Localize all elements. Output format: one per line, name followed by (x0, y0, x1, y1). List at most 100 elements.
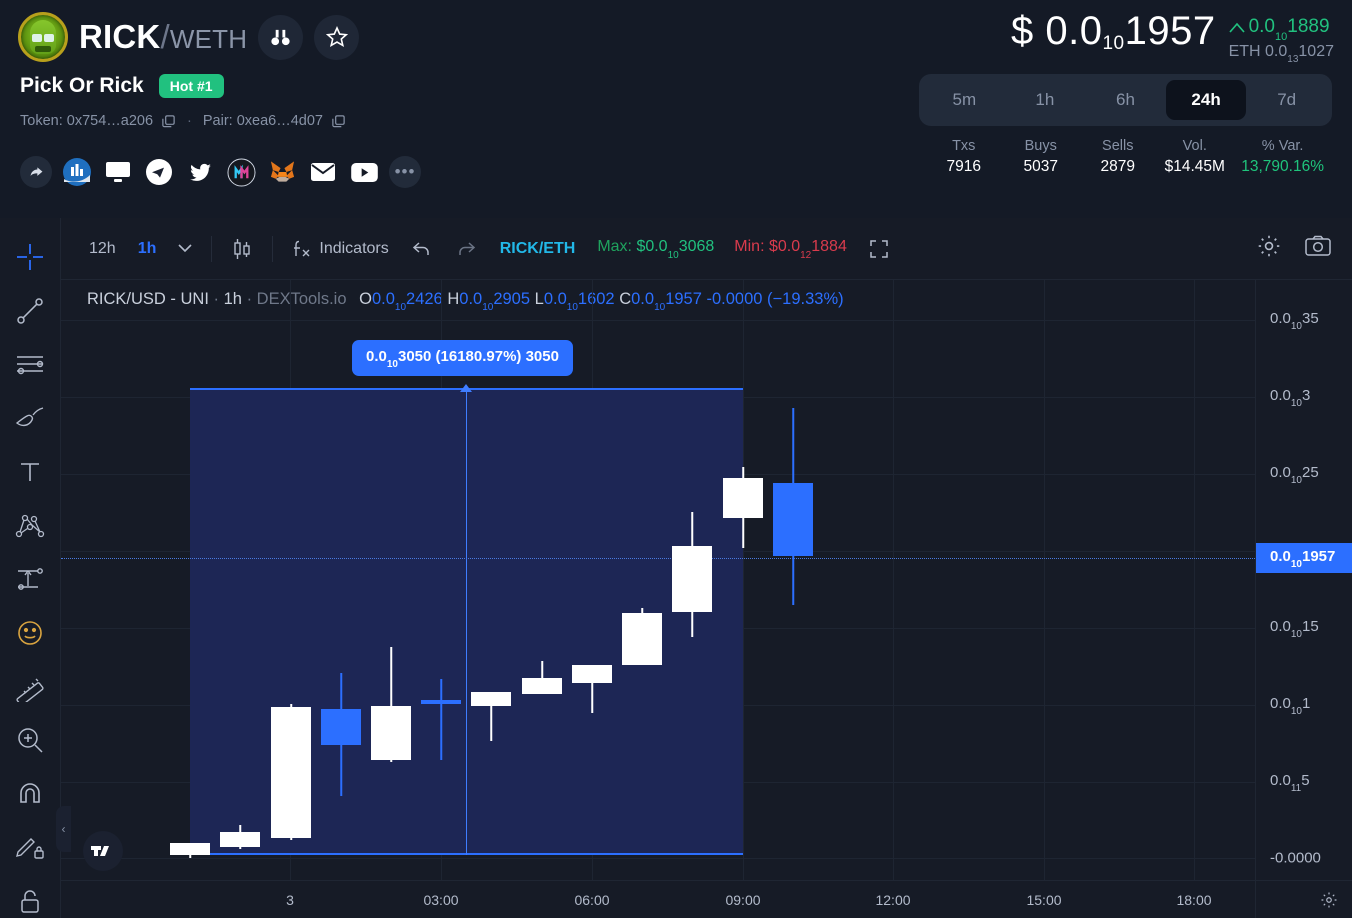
share-icon[interactable] (20, 156, 52, 188)
project-name-row: Pick Or Rick Hot #1 (20, 74, 224, 98)
lock-icon[interactable] (10, 884, 50, 918)
chart-type-button[interactable] (220, 230, 264, 268)
chevron-down-icon (178, 244, 192, 253)
price-axis-label: 0.0103 (1270, 387, 1310, 407)
candlestick (471, 692, 511, 741)
magnet-icon[interactable] (10, 777, 50, 811)
candle-body (471, 692, 511, 706)
screen-icon[interactable] (102, 156, 134, 188)
candlestick (170, 843, 210, 858)
text-icon[interactable] (10, 455, 50, 489)
chart-min-value: Min: $0.0121884 (724, 238, 857, 258)
price-chart[interactable]: RICK/USD - UNI · 1h · DEXTools.io O0.010… (61, 280, 1255, 880)
stat-sells-label: Sells (1087, 138, 1148, 154)
time-axis-divider (1255, 881, 1256, 918)
measurement-vertical-line (466, 388, 467, 855)
copy-token-icon[interactable] (161, 114, 176, 129)
collapse-left-icon[interactable]: ‹ (56, 806, 71, 852)
tradingview-logo-icon[interactable] (83, 831, 123, 871)
undo-button[interactable] (400, 233, 444, 265)
candle-body (220, 832, 260, 847)
price-axis-label: 0.01035 (1270, 310, 1319, 330)
brush-icon[interactable] (10, 401, 50, 435)
price-axis[interactable]: 0.010350.01030.010250.01020.010150.01010… (1255, 280, 1352, 880)
timeframe-1h[interactable]: 1h (1005, 80, 1086, 120)
current-price-tag[interactable]: 0.0101957 (1256, 543, 1352, 573)
time-axis-gear-icon[interactable] (1320, 891, 1338, 914)
hot-badge[interactable]: Hot #1 (159, 74, 224, 98)
email-icon[interactable] (307, 156, 339, 188)
redo-button[interactable] (444, 233, 488, 265)
pencil-lock-icon[interactable] (10, 831, 50, 865)
crosshair-icon[interactable] (10, 240, 50, 274)
trend-line-icon[interactable] (10, 294, 50, 328)
chart-toolbar-right (1256, 233, 1352, 264)
min-zeros: 12 (800, 250, 811, 261)
chart-settings-button[interactable] (1256, 233, 1282, 264)
dextools-icon[interactable] (61, 156, 93, 188)
stat-txs-label: Txs (933, 138, 994, 154)
favorite-star-button[interactable] (314, 15, 359, 60)
copy-pair-icon[interactable] (331, 114, 346, 129)
min-digits: 1884 (811, 238, 847, 255)
binoculars-button[interactable] (258, 15, 303, 60)
toolbar-divider-1 (211, 236, 212, 262)
emoji-icon[interactable] (10, 616, 50, 650)
max-amount: $0.0103068 (636, 238, 714, 255)
zoom-in-icon[interactable] (10, 723, 50, 757)
price-currency-prefix: $ (1011, 9, 1034, 53)
time-axis-label: 3 (286, 892, 294, 908)
measurement-badge[interactable]: 0.0103050 (16180.97%) 3050 (352, 340, 573, 376)
telegram-icon[interactable] (143, 156, 175, 188)
time-axis[interactable]: 303:0006:0009:0012:0015:0018:00 (61, 880, 1352, 918)
change-digits: 1889 (1287, 16, 1329, 37)
measure-range-icon[interactable] (10, 562, 50, 596)
badge-digits: 3050 (398, 348, 431, 365)
project-name: Pick Or Rick (20, 74, 144, 98)
chart-toolbar-left: 12h 1h Indicators (0, 230, 901, 268)
badge-pct: (16180.97%) 3050 (431, 348, 559, 365)
candle-body (321, 709, 361, 745)
legend-close-digits: 1957 (665, 290, 702, 308)
max-digits: 3068 (679, 238, 715, 255)
fullscreen-button[interactable] (857, 231, 901, 267)
candle-body (773, 483, 813, 556)
price-axis-label: -0.0000 (1270, 850, 1321, 867)
horizontal-lines-icon[interactable] (10, 348, 50, 382)
pair-stats: Txs 7916 Buys 5037 Sells 2879 Vol. $14.4… (925, 138, 1332, 176)
candle-body (723, 478, 763, 518)
interval-dropdown-button[interactable] (167, 237, 203, 260)
stat-buys: Buys 5037 (1002, 138, 1079, 176)
pattern-icon[interactable] (10, 509, 50, 543)
timeframe-7d[interactable]: 7d (1246, 80, 1327, 120)
more-icon[interactable]: ••• (389, 156, 421, 188)
moralis-icon[interactable] (225, 156, 257, 188)
screenshot-button[interactable] (1304, 234, 1332, 263)
legend-ohlc: O0.0102426 H0.0102905 L0.0101602 C0.0101… (359, 290, 844, 308)
youtube-icon[interactable] (348, 156, 380, 188)
legend-low-head: 0.0 (544, 290, 567, 308)
indicators-button[interactable]: Indicators (281, 231, 399, 267)
timeframe-5m[interactable]: 5m (924, 80, 1005, 120)
timeframe-24h[interactable]: 24h (1166, 80, 1247, 120)
candlestick (522, 661, 562, 694)
time-axis-label: 15:00 (1026, 892, 1061, 908)
stat-variation-label: % Var. (1241, 138, 1324, 154)
pair-ticker: RICK/WETH (79, 18, 247, 56)
legend-change: -0.0000 (−19.33%) (707, 290, 844, 308)
legend-open-key: O (359, 290, 372, 308)
metamask-icon[interactable] (266, 156, 298, 188)
interval-1h-button[interactable]: 1h (127, 233, 168, 265)
time-axis-label: 18:00 (1176, 892, 1211, 908)
ruler-icon[interactable] (10, 670, 50, 704)
price-axis-label: 0.01025 (1270, 464, 1319, 484)
candlestick (220, 825, 260, 849)
interval-12h-button[interactable]: 12h (78, 233, 127, 265)
stat-volume-value: $14.45M (1164, 158, 1225, 176)
pair-address-label: Pair: 0xea6…4d07 (203, 113, 323, 129)
chart-legend: RICK/USD - UNI · 1h · DEXTools.io O0.010… (87, 290, 844, 311)
twitter-icon[interactable] (184, 156, 216, 188)
chart-pair-label[interactable]: RICK/ETH (488, 240, 588, 258)
stat-variation: % Var. 13,790.16% (1233, 138, 1332, 176)
timeframe-6h[interactable]: 6h (1085, 80, 1166, 120)
